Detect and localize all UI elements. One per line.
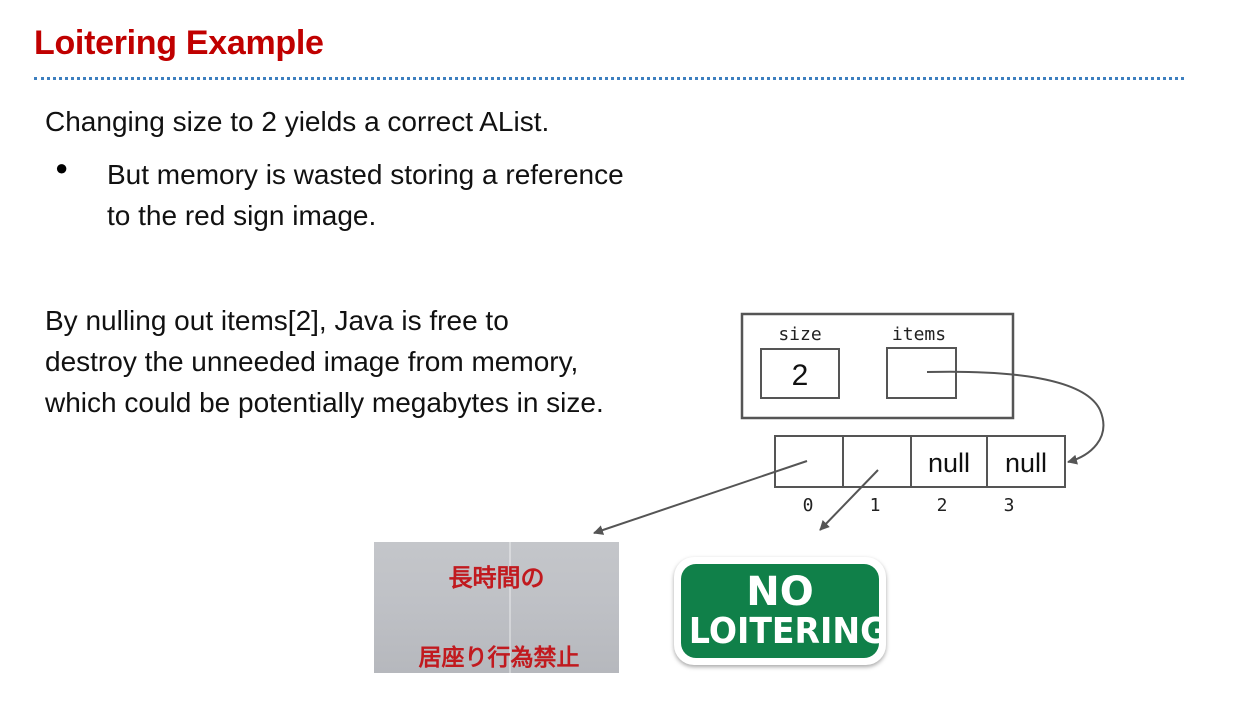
no-loitering-sign-image: NO LOITERING bbox=[674, 557, 888, 665]
red-sign-line1: 長時間の bbox=[448, 564, 545, 592]
red-sign-line2: 居座り行為禁止 bbox=[418, 645, 580, 671]
alist-diagram: size items 2 null null 0 1 2 3 bbox=[593, 312, 1105, 535]
green-sign-line1: NO bbox=[746, 569, 814, 615]
size-value: 2 bbox=[792, 359, 809, 392]
array-cell-2-value: null bbox=[928, 448, 970, 478]
array-cell-3-value: null bbox=[1005, 448, 1047, 478]
array-cell-1 bbox=[842, 435, 912, 488]
green-sign-line2: LOITERING bbox=[688, 611, 888, 652]
red-sign-image: 長時間の 居座り行為禁止 bbox=[374, 542, 619, 673]
array-index-3: 3 bbox=[1004, 495, 1015, 516]
cell0-pointer-arrow bbox=[593, 460, 808, 535]
array-index-2: 2 bbox=[937, 495, 948, 516]
array-index-1: 1 bbox=[870, 495, 881, 516]
items-field-box bbox=[886, 347, 957, 399]
no-loitering-sign-panel: NO LOITERING bbox=[681, 564, 888, 658]
items-field-label: items bbox=[892, 324, 946, 345]
size-field-label: size bbox=[778, 324, 821, 345]
array-cell-0 bbox=[774, 435, 844, 488]
array-index-0: 0 bbox=[803, 495, 814, 516]
